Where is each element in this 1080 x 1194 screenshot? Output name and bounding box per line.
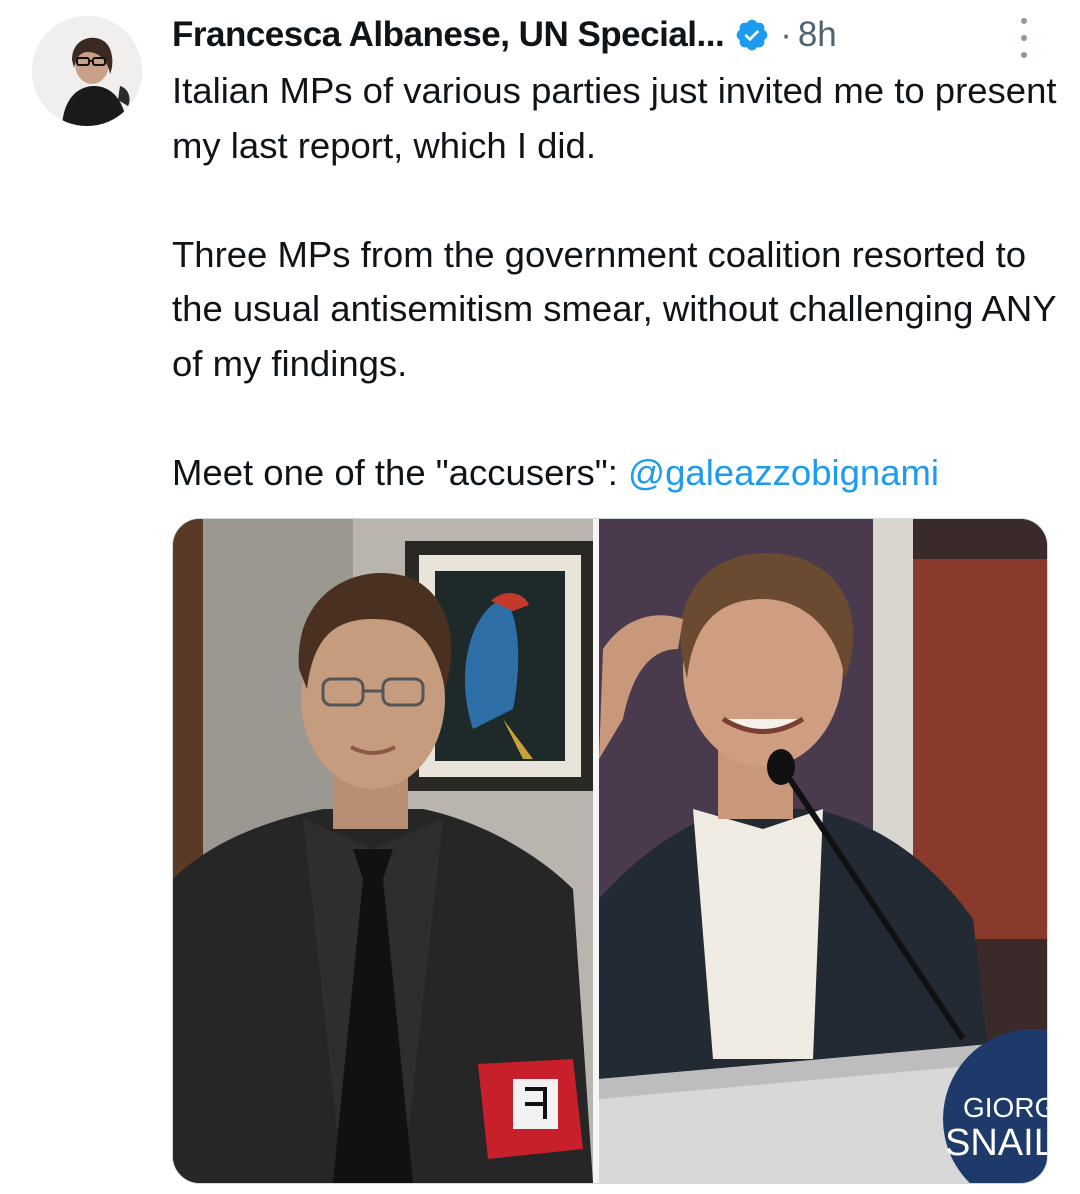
photo-divider [593,519,599,1183]
tweet-paragraph-3: Meet one of the "accusers": @galeazzobig… [172,446,1062,501]
tweet-media-image[interactable]: GIORG SNAIL [172,518,1048,1184]
tweet-timestamp[interactable]: 8h [798,15,837,55]
left-photo [173,519,595,1183]
verified-badge-icon [734,17,770,53]
header-separator: · [780,15,792,54]
more-dot [1021,18,1027,24]
more-dot [1021,35,1027,41]
meet-text: Meet one of the "accusers": [172,451,629,493]
side-by-side-photo: GIORG SNAIL [173,519,1047,1183]
more-dot [1021,52,1027,58]
tweet[interactable]: Francesca Albanese, UN Special... · 8h I… [0,0,1080,1194]
author-name[interactable]: Francesca Albanese, UN Special... [172,15,725,55]
more-options-icon[interactable] [1014,18,1034,58]
right-photo [599,519,1047,1183]
tweet-paragraph-2: Three MPs from the government coalition … [172,233,1056,384]
mention-link[interactable]: @galeazzobignami [628,452,939,493]
podium-sign-line2: SNAIL [945,1122,1047,1164]
tweet-paragraph-1: Italian MPs of various parties just invi… [172,70,1057,166]
avatar-image [32,16,142,126]
podium-sign-line1: GIORG [963,1092,1047,1123]
tweet-header: Francesca Albanese, UN Special... · 8h [172,10,1052,60]
author-avatar[interactable] [32,16,142,126]
tweet-text: Italian MPs of various parties just invi… [172,64,1062,500]
